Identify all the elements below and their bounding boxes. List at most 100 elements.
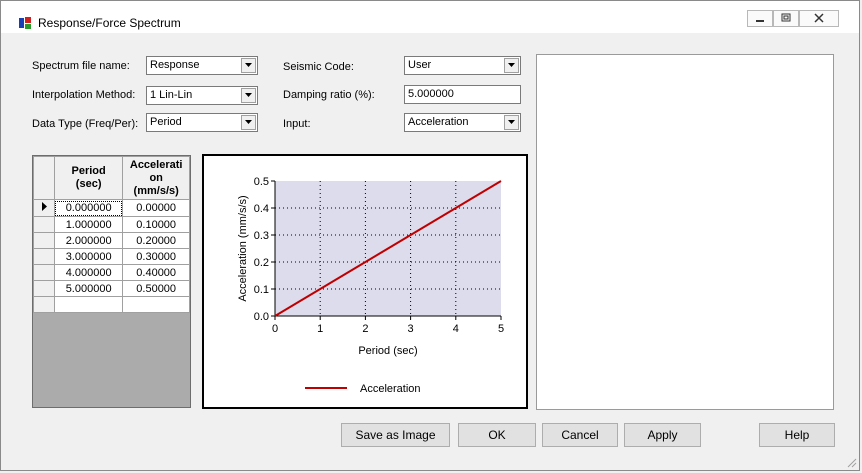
chevron-down-icon <box>245 63 252 67</box>
acceleration-cell[interactable]: 0.00000 <box>122 199 190 217</box>
table-row[interactable]: 2.000000 0.20000 <box>33 232 190 249</box>
minimize-button[interactable] <box>747 10 773 27</box>
damping-ratio-field[interactable] <box>404 85 521 104</box>
accel-header-line2: on <box>149 171 163 184</box>
spectrum-file-label: Spectrum file name: <box>32 60 130 72</box>
interpolation-method-label: Interpolation Method: <box>32 89 136 101</box>
restore-icon <box>781 13 791 22</box>
interpolation-method-dropdown[interactable]: 1 Lin-Lin <box>146 86 258 105</box>
period-cell[interactable]: 5.000000 <box>53 280 124 297</box>
preview-panel <box>536 54 834 410</box>
spectrum-chart: 0 1 2 3 4 5 0.0 0.1 0.2 0.3 0.4 0.5 Period (sec) Ac… <box>202 154 528 409</box>
chart-svg: 0 1 2 3 4 5 0.0 0.1 0.2 0.3 0.4 0.5 Period (sec) Ac… <box>237 176 504 395</box>
period-cell[interactable]: 3.000000 <box>53 248 124 265</box>
legend-label: Acceleration <box>360 383 421 395</box>
input-value: Acceleration <box>408 116 469 128</box>
x-tick-label: 0 <box>272 323 278 335</box>
row-header[interactable] <box>33 232 55 249</box>
acceleration-cell[interactable]: 0.20000 <box>122 232 190 249</box>
damping-ratio-input[interactable] <box>405 86 520 102</box>
row-header[interactable] <box>33 280 55 297</box>
acceleration-cell[interactable]: 0.30000 <box>122 248 190 265</box>
chevron-down-icon <box>245 93 252 97</box>
row-header[interactable] <box>33 296 55 313</box>
period-cell[interactable]: 4.000000 <box>53 264 124 281</box>
spectrum-data-grid[interactable]: Period (sec) Accelerati on (mm/s/s) 0.00… <box>32 155 191 408</box>
window-title: Response/Force Spectrum <box>38 16 181 30</box>
interpolation-method-arrow[interactable] <box>241 88 256 103</box>
y-tick-label: 0.0 <box>254 311 269 323</box>
y-axis-label: Acceleration (mm/s/s) <box>237 195 249 301</box>
data-type-value: Period <box>150 116 182 128</box>
seismic-code-arrow[interactable] <box>504 58 519 73</box>
chevron-down-icon <box>508 120 515 124</box>
table-row[interactable]: 3.000000 0.30000 <box>33 248 190 265</box>
resize-grip-icon[interactable] <box>847 458 857 468</box>
y-tick-label: 0.3 <box>254 230 269 242</box>
x-tick-label: 2 <box>362 323 368 335</box>
input-label: Input: <box>283 118 311 130</box>
table-row[interactable]: 4.000000 0.40000 <box>33 264 190 281</box>
input-dropdown[interactable]: Acceleration <box>404 113 521 132</box>
acceleration-cell[interactable]: 0.40000 <box>122 264 190 281</box>
current-row-arrow-icon <box>42 202 47 211</box>
acceleration-column-header[interactable]: Accelerati on (mm/s/s) <box>122 156 190 200</box>
period-cell[interactable]: 0.000000 <box>53 199 124 217</box>
row-header[interactable] <box>33 264 55 281</box>
seismic-code-dropdown[interactable]: User <box>404 56 521 75</box>
row-header[interactable] <box>33 248 55 265</box>
dialog-window: Response/Force Spectrum Spectrum file na… <box>0 0 860 471</box>
minimize-icon <box>756 20 764 22</box>
close-button[interactable] <box>799 10 839 27</box>
accel-header-line1: Accelerati <box>129 158 183 171</box>
data-type-arrow[interactable] <box>241 115 256 130</box>
table-row[interactable]: 1.000000 0.10000 <box>33 216 190 233</box>
x-tick-label: 5 <box>498 323 504 335</box>
input-arrow[interactable] <box>504 115 519 130</box>
damping-ratio-label: Damping ratio (%): <box>283 89 375 101</box>
table-row-new[interactable] <box>33 296 190 313</box>
app-icon <box>18 16 32 30</box>
spectrum-file-value: Response <box>150 59 200 71</box>
spectrum-file-dropdown[interactable]: Response <box>146 56 258 75</box>
y-tick-label: 0.4 <box>254 203 269 215</box>
period-column-header[interactable]: Period (sec) <box>53 156 124 200</box>
title-bar[interactable]: Response/Force Spectrum <box>1 1 859 33</box>
x-tick-label: 3 <box>408 323 414 335</box>
ok-button[interactable]: OK <box>458 423 536 447</box>
seismic-code-label: Seismic Code: <box>283 61 354 73</box>
y-tick-label: 0.1 <box>254 284 269 296</box>
period-cell[interactable]: 2.000000 <box>53 232 124 249</box>
row-header[interactable] <box>33 199 55 217</box>
cancel-button[interactable]: Cancel <box>542 423 618 447</box>
period-header-line1: Period <box>71 165 106 177</box>
table-row[interactable]: 0.000000 0.00000 <box>33 199 190 217</box>
x-tick-label: 4 <box>453 323 459 335</box>
data-type-label: Data Type (Freq/Per): <box>32 118 139 130</box>
apply-button[interactable]: Apply <box>624 423 701 447</box>
acceleration-cell-empty[interactable] <box>122 296 190 313</box>
close-icon <box>814 13 824 23</box>
x-axis-label: Period (sec) <box>358 345 417 357</box>
save-as-image-button[interactable]: Save as Image <box>341 423 450 447</box>
acceleration-cell[interactable]: 0.50000 <box>122 280 190 297</box>
restore-button[interactable] <box>773 10 799 27</box>
help-button[interactable]: Help <box>759 423 835 447</box>
chevron-down-icon <box>245 120 252 124</box>
seismic-code-value: User <box>408 59 432 71</box>
x-tick-label: 1 <box>317 323 323 335</box>
data-type-dropdown[interactable]: Period <box>146 113 258 132</box>
acceleration-cell[interactable]: 0.10000 <box>122 216 190 233</box>
period-cell-empty[interactable] <box>53 296 124 313</box>
grid-corner <box>33 156 55 200</box>
period-cell[interactable]: 1.000000 <box>53 216 124 233</box>
row-header[interactable] <box>33 216 55 233</box>
chevron-down-icon <box>508 63 515 67</box>
y-tick-label: 0.2 <box>254 257 269 269</box>
spectrum-file-arrow[interactable] <box>241 58 256 73</box>
table-row[interactable]: 5.000000 0.50000 <box>33 280 190 297</box>
period-header-line2: (sec) <box>75 178 102 190</box>
accel-header-line3: (mm/s/s) <box>133 184 179 197</box>
y-tick-label: 0.5 <box>254 176 269 188</box>
interpolation-method-value: 1 Lin-Lin <box>150 89 193 101</box>
